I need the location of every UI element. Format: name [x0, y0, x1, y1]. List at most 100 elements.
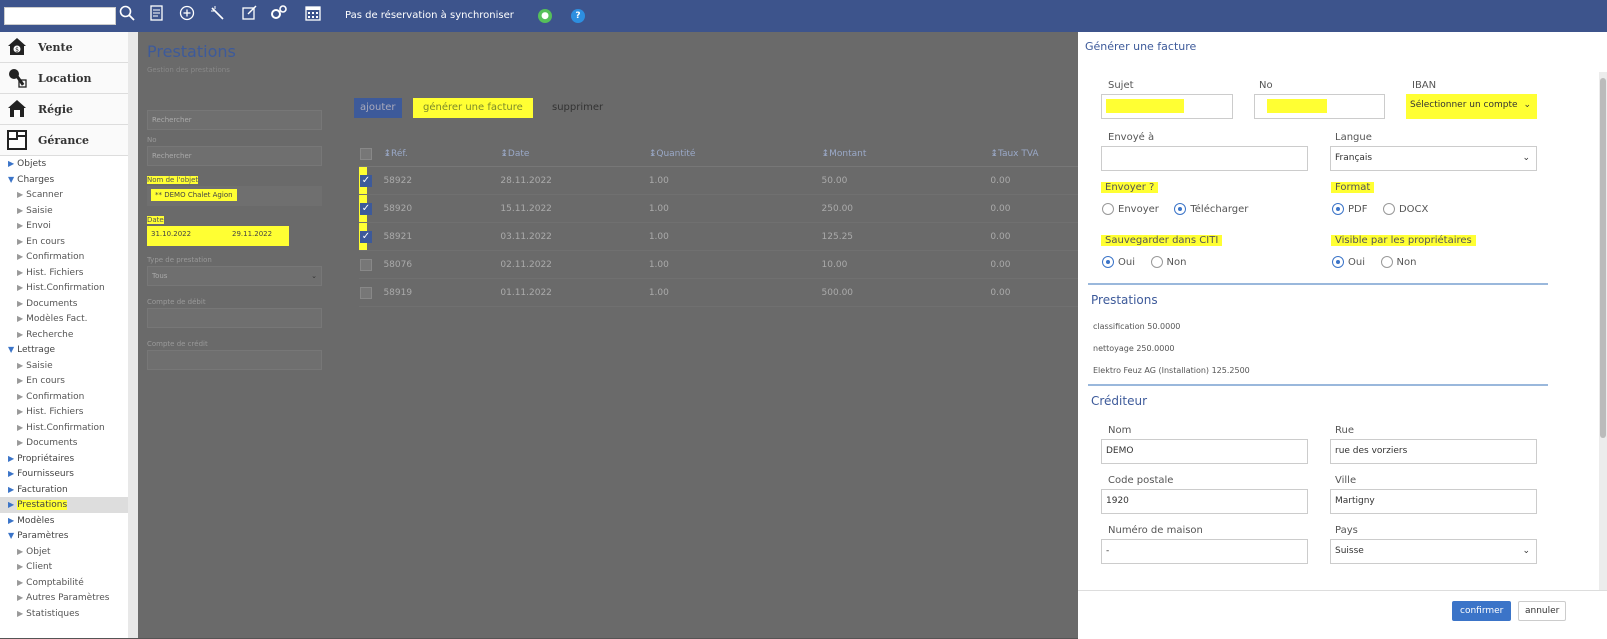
credit-filter-input[interactable] — [147, 350, 322, 370]
sidebar-item-lettrage[interactable]: ▼ Lettrage — [0, 342, 128, 358]
column-ref[interactable]: ↨Réf. — [382, 142, 500, 167]
sidebar-item-documents[interactable]: ▶ Documents — [0, 435, 128, 451]
envoye-input[interactable] — [1101, 146, 1308, 171]
document-list-icon[interactable] — [146, 5, 168, 27]
sauvegarder-oui-radio[interactable] — [1102, 256, 1114, 268]
column-quantite[interactable]: ↨Quantité — [647, 142, 821, 167]
module-vente[interactable]: $ Vente — [0, 32, 128, 63]
sidebar-item-fournisseurs[interactable]: ▶ Fournisseurs — [0, 466, 128, 482]
sidebar-item-facturation[interactable]: ▶ Facturation — [0, 482, 128, 498]
sidebar-item-en-cours[interactable]: ▶ En cours — [0, 373, 128, 389]
global-search-input[interactable] — [4, 7, 116, 25]
docx-radio[interactable] — [1382, 203, 1395, 215]
row-checkbox[interactable] — [360, 286, 372, 299]
delete-button[interactable]: supprimer — [546, 98, 609, 118]
help-icon[interactable]: ? — [571, 9, 585, 23]
visible-oui-radio[interactable] — [1332, 256, 1344, 268]
langue-select[interactable]: Français ⌄ — [1330, 146, 1537, 171]
no-input[interactable] — [1254, 94, 1385, 119]
table-row[interactable]: 58076 02.11.2022 1.00 10.00 0.00 — [359, 250, 1078, 279]
sidebar-item-saisie[interactable]: ▶ Saisie — [0, 203, 128, 219]
ville-label: Ville — [1335, 475, 1357, 486]
search-filter-input[interactable]: Rechercher — [147, 110, 322, 130]
column-ref-label: Réf. — [390, 149, 408, 159]
code-postal-input[interactable]: 1920 — [1101, 489, 1308, 514]
confirm-button[interactable]: confirmer — [1452, 601, 1512, 621]
pays-select[interactable]: Suisse ⌄ — [1330, 539, 1537, 564]
sidebar-item-param-tres[interactable]: ▼ Paramètres — [0, 528, 128, 544]
sidebar-item-confirmation[interactable]: ▶ Confirmation — [0, 389, 128, 405]
sync-status-icon[interactable]: ● — [538, 9, 552, 23]
calendar-icon[interactable] — [302, 5, 324, 27]
pdf-radio[interactable] — [1332, 203, 1344, 215]
sidebar-item-saisie[interactable]: ▶ Saisie — [0, 358, 128, 374]
numero-maison-input[interactable]: - — [1101, 539, 1308, 564]
column-taux-tva[interactable]: ↨Taux TVA — [989, 142, 1078, 167]
rue-input[interactable]: rue des vorziers — [1330, 439, 1537, 464]
ville-input[interactable]: Martigny — [1330, 489, 1537, 514]
sidebar-item-hist-fichiers[interactable]: ▶ Hist. Fichiers — [0, 404, 128, 420]
sidebar-item-objet[interactable]: ▶ Objet — [0, 544, 128, 560]
type-filter-select[interactable]: Tous ⌄ — [147, 266, 322, 286]
sidebar-item-documents[interactable]: ▶ Documents — [0, 296, 128, 312]
row-checkbox[interactable]: ✓ — [360, 230, 372, 243]
nom-input[interactable]: DEMO — [1101, 439, 1308, 464]
add-button[interactable]: ajouter — [354, 98, 402, 118]
module-gerance[interactable]: Gérance — [0, 125, 128, 156]
row-checkbox[interactable]: ✓ — [360, 202, 372, 215]
debit-filter-input[interactable] — [147, 308, 322, 328]
date-to-value[interactable]: 29.11.2022 — [232, 230, 272, 238]
module-regie[interactable]: Régie — [0, 94, 128, 125]
magic-wand-icon[interactable] — [206, 5, 228, 27]
sidebar-item-charges[interactable]: ▼ Charges — [0, 172, 128, 188]
add-circle-icon[interactable] — [176, 5, 198, 27]
sidebar-item-statistiques[interactable]: ▶ Statistiques — [0, 606, 128, 622]
sidebar-scrollbar[interactable] — [128, 32, 138, 638]
column-montant[interactable]: ↨Montant — [820, 142, 990, 167]
table-row[interactable]: ✓ 58921 03.11.2022 1.00 125.25 0.00 — [359, 222, 1078, 251]
sidebar-item-comptabilit-[interactable]: ▶ Comptabilité — [0, 575, 128, 591]
sidebar-item-objets[interactable]: ▶ Objets — [0, 156, 128, 172]
column-date[interactable]: ↨Date — [499, 142, 648, 167]
sidebar-item-prestations[interactable]: ▶ Prestations — [0, 497, 128, 513]
sauvegarder-non-radio[interactable] — [1150, 256, 1163, 268]
telecharger-radio[interactable] — [1174, 203, 1187, 215]
sidebar-item-scanner[interactable]: ▶ Scanner — [0, 187, 128, 203]
table-row[interactable]: ✓ 58922 28.11.2022 1.00 50.00 0.00 — [359, 166, 1078, 195]
sidebar-item-mod-les[interactable]: ▶ Modèles — [0, 513, 128, 529]
sidebar-item-hist-confirmation[interactable]: ▶ Hist.Confirmation — [0, 420, 128, 436]
sidebar-item-client[interactable]: ▶ Client — [0, 559, 128, 575]
generate-invoice-button[interactable]: générer une facture — [413, 98, 533, 118]
table-row[interactable]: 58919 01.11.2022 1.00 500.00 0.00 — [359, 278, 1078, 307]
sidebar-item-envoi[interactable]: ▶ Envoi — [0, 218, 128, 234]
visible-non-radio[interactable] — [1380, 256, 1393, 268]
sidebar-item-autres-param-tres[interactable]: ▶ Autres Paramètres — [0, 590, 128, 606]
sidebar-item-hist-fichiers[interactable]: ▶ Hist. Fichiers — [0, 265, 128, 281]
object-filter-input[interactable]: ** DEMO Chalet Agion — [147, 186, 322, 206]
iban-select[interactable]: Sélectionner un compte ⌄ — [1406, 94, 1537, 119]
date-from-value[interactable]: 31.10.2022 — [151, 230, 191, 238]
cancel-button[interactable]: annuler — [1518, 601, 1567, 621]
row-checkbox[interactable]: ✓ — [360, 174, 372, 187]
sidebar-item-mod-les-fact-[interactable]: ▶ Modèles Fact. — [0, 311, 128, 327]
table-row[interactable]: ✓ 58920 15.11.2022 1.00 250.00 0.00 — [359, 194, 1078, 223]
sidebar-item-hist-confirmation[interactable]: ▶ Hist.Confirmation — [0, 280, 128, 296]
date-range-input[interactable]: 31.10.2022 29.11.2022 — [147, 226, 289, 246]
main-content: Prestations Gestion des prestations Rech… — [138, 32, 1078, 638]
sidebar-item-en-cours[interactable]: ▶ En cours — [0, 234, 128, 250]
sidebar-item-propri-taires[interactable]: ▶ Propriétaires — [0, 451, 128, 467]
sujet-input[interactable] — [1101, 94, 1233, 119]
module-location[interactable]: Location — [0, 63, 128, 94]
sidebar-item-confirmation[interactable]: ▶ Confirmation — [0, 249, 128, 265]
row-checkbox[interactable] — [360, 258, 372, 271]
envoyer-radio[interactable] — [1102, 203, 1114, 215]
panel-scrollbar[interactable] — [1599, 72, 1607, 592]
column-quantite-label: Quantité — [656, 149, 696, 159]
settings-gears-icon[interactable] — [268, 5, 290, 27]
panel-scrollbar-thumb[interactable] — [1600, 78, 1606, 438]
no-filter-input[interactable]: Rechercher — [147, 146, 322, 166]
search-icon[interactable] — [116, 5, 138, 27]
sidebar-item-recherche[interactable]: ▶ Recherche — [0, 327, 128, 343]
edit-document-icon[interactable] — [238, 5, 260, 27]
select-all-checkbox[interactable] — [360, 148, 372, 160]
